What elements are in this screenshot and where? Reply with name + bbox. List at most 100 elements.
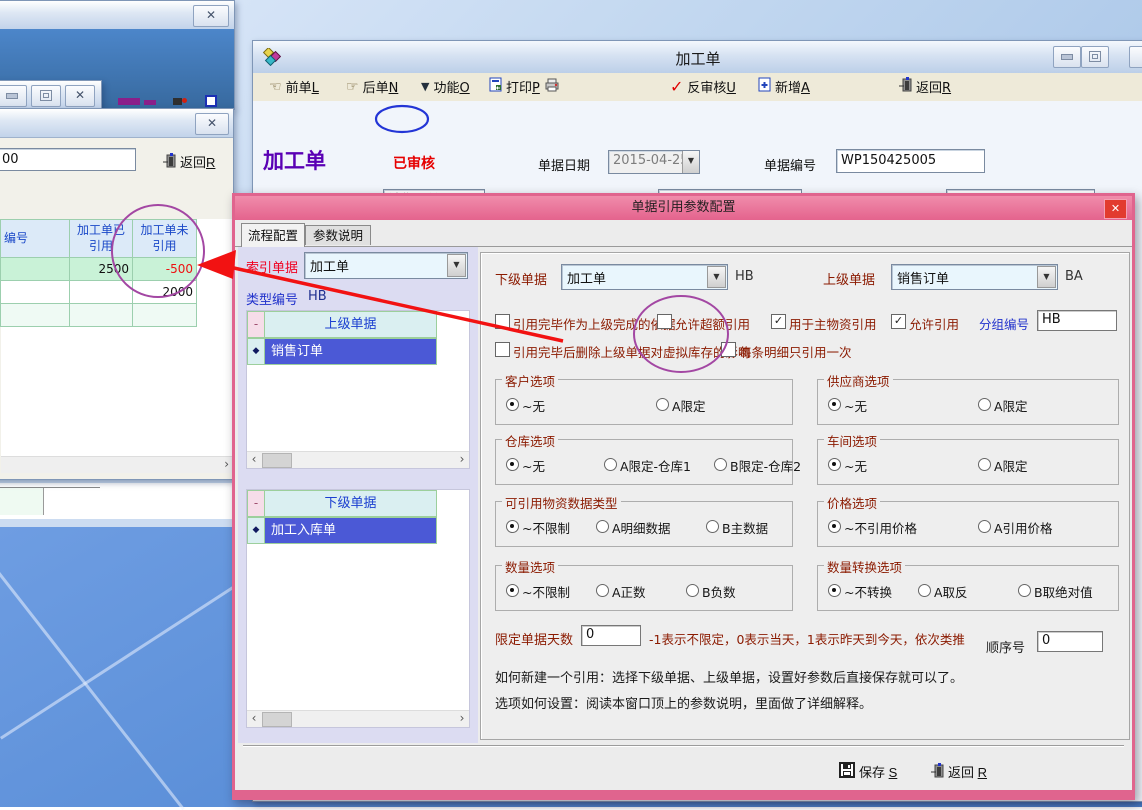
radio-label[interactable]: ~不引用价格 <box>844 518 917 537</box>
radio-label[interactable]: B主数据 <box>722 518 768 537</box>
radio-option[interactable] <box>604 458 617 471</box>
radio-option[interactable] <box>596 584 609 597</box>
radio-option[interactable] <box>828 398 841 411</box>
restore-icon[interactable] <box>1081 46 1109 68</box>
radio-label[interactable]: A正数 <box>612 582 646 601</box>
save-button[interactable]: 保存 S <box>833 761 903 782</box>
table-row[interactable]: 2500 -500 <box>1 258 197 281</box>
radio-option[interactable] <box>828 520 841 533</box>
radio-label[interactable]: B限定-仓库2 <box>730 456 801 475</box>
checkbox-allow-excess-ref[interactable] <box>657 314 672 329</box>
collapse-cell[interactable]: - <box>247 490 265 517</box>
radio-option[interactable] <box>918 584 931 597</box>
checkbox-label[interactable]: 允许超额引用 <box>675 314 750 333</box>
close-icon[interactable]: ✕ <box>193 5 229 27</box>
radio-option[interactable] <box>978 520 991 533</box>
radio-label[interactable]: A限定-仓库1 <box>620 456 691 475</box>
checkbox-label[interactable]: 每条明细只引用一次 <box>739 342 852 361</box>
list-item[interactable]: ◆ 加工入库单 <box>247 517 469 544</box>
radio-label[interactable]: ~无 <box>844 456 867 475</box>
scrollbar-thumb[interactable] <box>262 453 292 468</box>
horizontal-scrollbar[interactable]: ‹ › <box>247 710 469 727</box>
group-no-input[interactable]: HB <box>1037 310 1117 331</box>
lower-doc-item[interactable]: 加工入库单 <box>265 517 437 544</box>
add-new-button[interactable]: 新增A <box>758 77 810 96</box>
print-button[interactable]: 打印P <box>489 77 560 96</box>
radio-label[interactable]: B取绝对值 <box>1034 582 1093 601</box>
restore-icon[interactable] <box>31 85 61 107</box>
radio-label[interactable]: A限定 <box>994 396 1028 415</box>
checkbox-label[interactable]: 用于主物资引用 <box>789 314 877 333</box>
checkbox-main-material-ref[interactable]: ✓ <box>771 314 786 329</box>
scroll-left-icon[interactable]: ‹ <box>247 711 261 727</box>
radio-label[interactable]: ~无 <box>522 456 545 475</box>
radio-label[interactable]: ~不限制 <box>522 582 570 601</box>
scroll-right-icon[interactable]: › <box>455 452 469 468</box>
maximize-icon[interactable] <box>1129 46 1142 68</box>
chevron-down-icon[interactable]: ▼ <box>1037 266 1056 288</box>
radio-option[interactable] <box>706 520 719 533</box>
radio-option[interactable] <box>978 458 991 471</box>
column-header[interactable]: 加工单未引用 <box>133 220 197 258</box>
radio-label[interactable]: ~无 <box>844 396 867 415</box>
radio-option[interactable] <box>714 458 727 471</box>
chevron-down-icon[interactable]: ▼ <box>447 254 466 277</box>
radio-option[interactable] <box>1018 584 1031 597</box>
radio-label[interactable]: ~不转换 <box>844 582 892 601</box>
scroll-right-icon[interactable]: › <box>224 457 229 471</box>
column-header[interactable]: 加工单已引用 <box>70 220 133 258</box>
return-button[interactable]: 返回 R <box>925 761 993 782</box>
return-button[interactable]: 返回R <box>157 151 221 172</box>
function-menu-button[interactable]: ▼ 功能O <box>421 77 470 96</box>
checkbox-label[interactable]: 引用完毕作为上级完成的依据 <box>513 314 676 333</box>
radio-option[interactable] <box>506 398 519 411</box>
radio-option[interactable] <box>978 398 991 411</box>
radio-label[interactable]: ~不限制 <box>522 518 570 537</box>
radio-option[interactable] <box>596 520 609 533</box>
checkbox-delete-virtual-stock[interactable] <box>495 342 510 357</box>
index-doc-dropdown[interactable]: 加工单 ▼ <box>304 252 468 279</box>
checkbox-label[interactable]: 引用完毕后删除上级单据对虚拟库存的影响 <box>513 342 751 361</box>
radio-option[interactable] <box>828 458 841 471</box>
close-icon[interactable]: ✕ <box>65 85 95 107</box>
amount-input[interactable]: 00 <box>0 148 136 171</box>
checkbox-ref-complete-basis[interactable] <box>495 314 510 329</box>
dialog-titlebar[interactable]: 单据引用参数配置 <box>235 196 1132 220</box>
horizontal-scrollbar[interactable]: › <box>1 456 233 473</box>
radio-label[interactable]: ~无 <box>522 396 545 415</box>
radio-option[interactable] <box>828 584 841 597</box>
checkbox-allow-ref[interactable]: ✓ <box>891 314 906 329</box>
date-dropdown[interactable]: 2015-04-25 ▼ <box>608 150 700 174</box>
lower-doc-select[interactable]: 加工单 ▼ <box>561 264 728 290</box>
radio-option[interactable] <box>506 584 519 597</box>
return-button[interactable]: 返回R <box>899 77 951 96</box>
upper-doc-item[interactable]: 销售订单 <box>265 338 437 365</box>
radio-label[interactable]: B负数 <box>702 582 736 601</box>
radio-option[interactable] <box>506 520 519 533</box>
table-row[interactable] <box>1 304 197 327</box>
upper-doc-select[interactable]: 销售订单 ▼ <box>891 264 1058 290</box>
radio-option[interactable] <box>506 458 519 471</box>
scroll-left-icon[interactable]: ‹ <box>247 452 261 468</box>
printer-icon[interactable] <box>544 78 560 96</box>
checkbox-ref-once-per-line[interactable] <box>721 342 736 357</box>
chevron-down-icon[interactable]: ▼ <box>682 151 699 173</box>
table-row[interactable]: 2000 <box>1 281 197 304</box>
close-icon[interactable]: ✕ <box>195 113 229 135</box>
radio-label[interactable]: A明细数据 <box>612 518 671 537</box>
radio-option[interactable] <box>656 398 669 411</box>
chevron-down-icon[interactable]: ▼ <box>707 266 726 288</box>
next-doc-button[interactable]: ☞ 后单N <box>346 77 398 96</box>
tab-parameter-help[interactable]: 参数说明 <box>305 225 371 245</box>
list-item[interactable]: ◆ 销售订单 <box>247 338 469 365</box>
collapse-cell[interactable]: - <box>247 311 265 338</box>
minimize-icon[interactable] <box>1053 46 1081 68</box>
scrollbar-thumb[interactable] <box>262 712 292 727</box>
close-icon[interactable]: ✕ <box>1104 199 1127 219</box>
radio-label[interactable]: A引用价格 <box>994 518 1053 537</box>
limit-days-input[interactable]: 0 <box>581 625 641 646</box>
doc-no-input[interactable]: WP150425005 <box>836 149 985 173</box>
sequence-input[interactable]: 0 <box>1037 631 1103 652</box>
horizontal-scrollbar[interactable]: ‹ › <box>247 451 469 468</box>
radio-option[interactable] <box>686 584 699 597</box>
